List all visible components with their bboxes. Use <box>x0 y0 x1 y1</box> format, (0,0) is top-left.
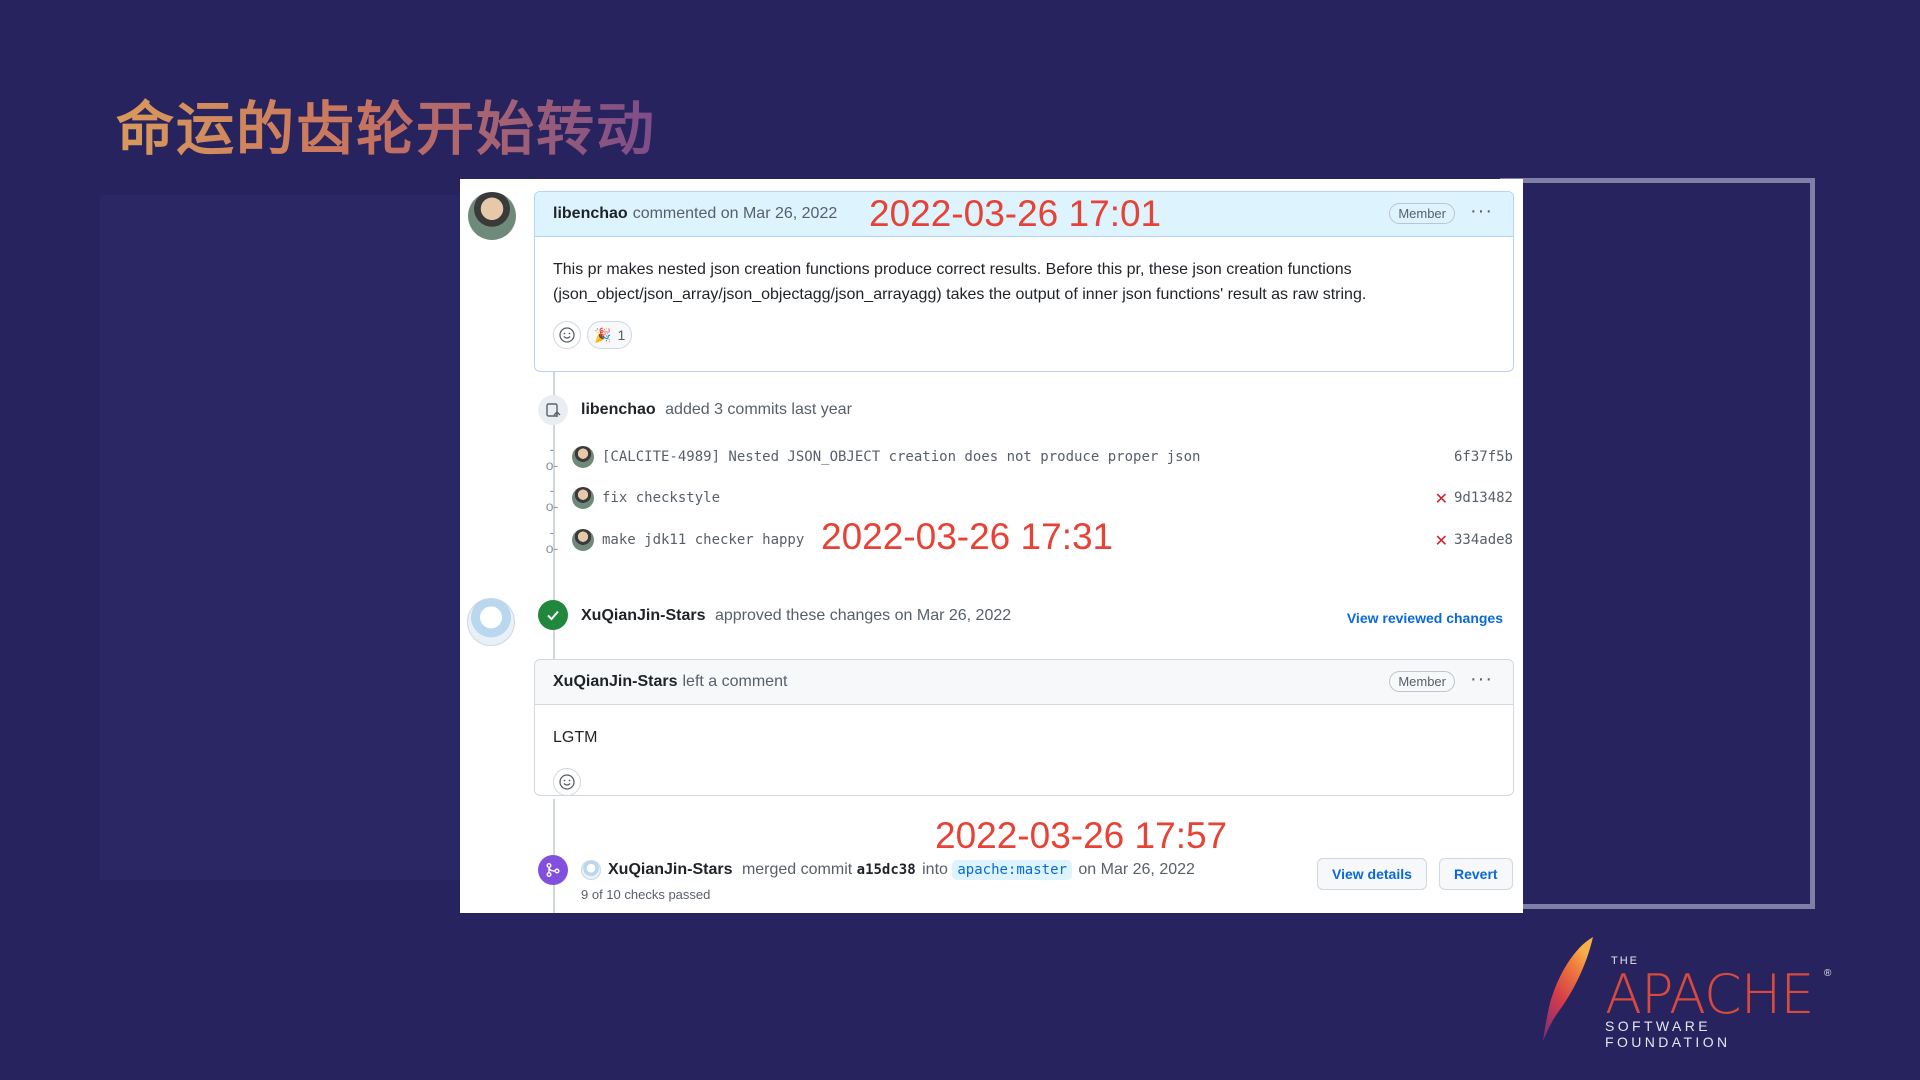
check-failed-x-icon[interactable]: ✕ <box>1435 531 1448 550</box>
commit-node-icon: -o- <box>545 441 559 473</box>
event-author[interactable]: XuQianJin-Stars <box>608 861 732 878</box>
commit-node-icon: -o- <box>545 524 559 556</box>
comment-header: XuQianJin-Stars left a comment Member ··… <box>535 660 1513 705</box>
commit-message[interactable]: fix checkstyle <box>602 490 720 506</box>
commit-sha[interactable]: ✕ 334ade8 <box>1435 531 1513 550</box>
more-options-icon[interactable]: ··· <box>1470 200 1493 223</box>
slide-title: 命运的齿轮开始转动 <box>116 82 656 166</box>
event-text: approved these changes on Mar 26, 2022 <box>714 607 1012 624</box>
commits-added-event: libenchao added 3 commits last year <box>581 401 852 419</box>
commit-sha-text[interactable]: 334ade8 <box>1454 532 1513 548</box>
comment-body: LGTM <box>553 729 598 746</box>
review-approved-event: XuQianJin-Stars approved these changes o… <box>581 607 1011 625</box>
merge-event: XuQianJin-Stars merged commit a15dc38 in… <box>608 860 1195 880</box>
comment-body: This pr makes nested json creation funct… <box>553 261 1367 303</box>
view-details-button[interactable]: View details <box>1317 858 1427 890</box>
event-text: merged commit <box>741 861 853 878</box>
reactions-bar <box>535 750 1513 795</box>
check-failed-x-icon[interactable]: ✕ <box>1435 489 1448 508</box>
commit-node-icon: -o- <box>545 482 559 514</box>
event-text: on Mar 26, 2022 <box>1078 861 1195 878</box>
avatar-libenchao[interactable] <box>468 192 516 240</box>
comment-xuqianjin-stars: XuQianJin-Stars left a comment Member ··… <box>534 659 1514 796</box>
commit-row: -o- [CALCITE-4989] Nested JSON_OBJECT cr… <box>520 441 1513 473</box>
add-reaction-smiley-icon[interactable] <box>553 321 581 349</box>
decorative-frame <box>1500 178 1815 909</box>
event-author[interactable]: libenchao <box>581 401 656 418</box>
timestamp-annotation-2: 2022-03-26 17:31 <box>821 516 1114 557</box>
approved-check-icon <box>538 600 568 630</box>
apache-software-foundation-logo: THE APACHE ® SOFTWARE FOUNDATION <box>1535 935 1835 1050</box>
background-panel <box>100 195 460 880</box>
logo-subtitle: SOFTWARE FOUNDATION <box>1605 1018 1731 1050</box>
apache-feather-icon <box>1543 937 1593 1041</box>
event-text: added 3 commits last year <box>665 401 852 418</box>
commit-sha-text[interactable]: 6f37f5b <box>1454 449 1513 465</box>
commit-avatar[interactable] <box>572 529 594 551</box>
member-badge: Member <box>1389 203 1455 224</box>
merge-author-avatar[interactable] <box>581 860 601 880</box>
comment-meta[interactable]: left a comment <box>682 673 787 691</box>
avatar-xuqianjin-stars[interactable] <box>467 598 515 646</box>
merge-commit-sha[interactable]: a15dc38 <box>857 862 916 878</box>
view-reviewed-changes-link[interactable]: View reviewed changes <box>1347 610 1503 626</box>
more-options-icon[interactable]: ··· <box>1470 668 1493 691</box>
member-badge: Member <box>1389 671 1455 692</box>
event-text: into <box>922 861 948 878</box>
reaction-count: 1 <box>617 327 626 343</box>
comment-author[interactable]: libenchao <box>553 205 628 223</box>
commit-row: -o- fix checkstyle ✕ 9d13482 <box>520 482 1513 514</box>
add-reaction-smiley-icon[interactable] <box>553 768 581 795</box>
commit-message[interactable]: make jdk11 checker happy <box>602 532 804 548</box>
commit-sha[interactable]: ✕ 9d13482 <box>1435 489 1513 508</box>
tada-icon: 🎉 <box>594 326 612 343</box>
commit-avatar[interactable] <box>572 487 594 509</box>
comment-meta[interactable]: commented on Mar 26, 2022 <box>633 205 838 223</box>
commit-sha[interactable]: 6f37f5b <box>1454 449 1513 465</box>
reaction-tada-button[interactable]: 🎉 1 <box>587 321 633 349</box>
timestamp-annotation-3: 2022-03-26 17:57 <box>935 815 1228 856</box>
commit-message[interactable]: [CALCITE-4989] Nested JSON_OBJECT creati… <box>602 449 1200 465</box>
commit-sha-text[interactable]: 9d13482 <box>1454 490 1513 506</box>
logo-wordmark: APACHE <box>1605 963 1814 1026</box>
commit-avatar[interactable] <box>572 446 594 468</box>
comment-author[interactable]: XuQianJin-Stars <box>553 673 677 691</box>
logo-registered: ® <box>1824 968 1832 979</box>
event-author[interactable]: XuQianJin-Stars <box>581 607 705 624</box>
revert-button[interactable]: Revert <box>1439 858 1513 890</box>
branch-pill[interactable]: apache:master <box>952 860 1072 880</box>
reactions-bar: 🎉 1 <box>535 307 1513 363</box>
github-pr-timeline-screenshot: libenchao commented on Mar 26, 2022 Memb… <box>460 179 1523 913</box>
merged-icon <box>538 855 568 885</box>
timestamp-annotation-1: 2022-03-26 17:01 <box>869 193 1162 234</box>
push-commits-icon <box>538 395 568 425</box>
checks-status[interactable]: 9 of 10 checks passed <box>581 887 710 902</box>
